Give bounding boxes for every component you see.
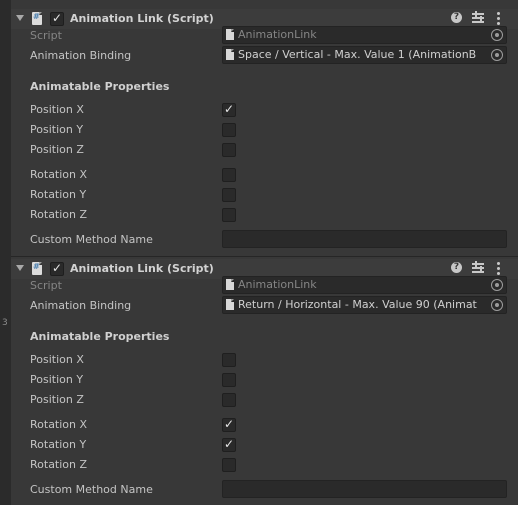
component-divider bbox=[11, 256, 518, 257]
property-label: Position Y bbox=[30, 373, 84, 386]
foldout-arrow-icon[interactable] bbox=[16, 15, 24, 21]
rotation-x-checkbox[interactable] bbox=[222, 168, 236, 182]
animation-binding-field[interactable]: Space / Vertical - Max. Value 1 (Animati… bbox=[222, 46, 507, 64]
checkmark-icon: ✓ bbox=[224, 437, 235, 451]
position-y-checkbox[interactable] bbox=[222, 123, 236, 137]
script-label: Script bbox=[30, 279, 62, 292]
scene-view-edge: 3 bbox=[0, 0, 11, 505]
animation-binding-label: Animation Binding bbox=[30, 49, 132, 62]
help-icon[interactable]: ? bbox=[451, 262, 462, 273]
component-enabled-checkbox[interactable]: ✓ bbox=[50, 11, 64, 26]
property-label: Position Z bbox=[30, 143, 84, 156]
checkmark-icon: ✓ bbox=[224, 417, 235, 431]
object-picker-icon[interactable] bbox=[491, 279, 503, 291]
script-value: AnimationLink bbox=[238, 28, 317, 41]
presets-icon[interactable] bbox=[472, 261, 484, 274]
component-animation-link-2: ✓ Animation Link (Script) ? Script Anima… bbox=[11, 259, 518, 505]
script-field[interactable]: AnimationLink bbox=[222, 276, 507, 294]
property-label: Position Y bbox=[30, 123, 84, 136]
position-x-checkbox[interactable]: ✓ bbox=[222, 102, 236, 117]
rotation-z-checkbox[interactable] bbox=[222, 458, 236, 472]
foldout-arrow-icon[interactable] bbox=[16, 265, 24, 271]
checkmark-icon: ✓ bbox=[224, 102, 235, 116]
animation-binding-value: Space / Vertical - Max. Value 1 (Animati… bbox=[238, 48, 477, 61]
script-label: Script bbox=[30, 29, 62, 42]
custom-method-input[interactable] bbox=[222, 480, 507, 498]
rotation-y-checkbox[interactable] bbox=[222, 188, 236, 202]
script-file-icon bbox=[226, 29, 234, 40]
section-header: Animatable Properties bbox=[30, 80, 170, 93]
checkmark-icon: ✓ bbox=[52, 11, 63, 25]
component-title: Animation Link (Script) bbox=[70, 262, 214, 275]
rotation-y-checkbox[interactable]: ✓ bbox=[222, 437, 236, 452]
more-options-icon[interactable] bbox=[495, 261, 501, 275]
animation-binding-label: Animation Binding bbox=[30, 299, 132, 312]
custom-method-label: Custom Method Name bbox=[30, 483, 153, 496]
component-enabled-checkbox[interactable]: ✓ bbox=[50, 261, 64, 276]
position-x-checkbox[interactable] bbox=[222, 353, 236, 367]
script-file-icon bbox=[226, 279, 234, 290]
property-label: Position X bbox=[30, 103, 84, 116]
component-animation-link-1: ✓ Animation Link (Script) ? Script Anima… bbox=[11, 9, 518, 259]
object-picker-icon[interactable] bbox=[491, 49, 503, 61]
position-y-checkbox[interactable] bbox=[222, 373, 236, 387]
property-label: Rotation X bbox=[30, 168, 88, 181]
position-z-checkbox[interactable] bbox=[222, 393, 236, 407]
custom-method-input[interactable] bbox=[222, 230, 507, 248]
property-label: Rotation Z bbox=[30, 458, 88, 471]
script-value: AnimationLink bbox=[238, 278, 317, 291]
script-file-icon bbox=[32, 262, 42, 275]
checkmark-icon: ✓ bbox=[52, 261, 63, 275]
more-options-icon[interactable] bbox=[495, 11, 501, 25]
script-file-icon bbox=[32, 12, 42, 25]
animation-binding-field[interactable]: Return / Horizontal - Max. Value 90 (Ani… bbox=[222, 296, 507, 314]
scene-ruler-mark: 3 bbox=[2, 318, 8, 328]
position-z-checkbox[interactable] bbox=[222, 143, 236, 157]
property-label: Rotation Y bbox=[30, 188, 87, 201]
asset-file-icon bbox=[226, 299, 234, 310]
asset-file-icon bbox=[226, 49, 234, 60]
property-label: Rotation Z bbox=[30, 208, 88, 221]
component-title: Animation Link (Script) bbox=[70, 12, 214, 25]
object-picker-icon[interactable] bbox=[491, 299, 503, 311]
rotation-x-checkbox[interactable]: ✓ bbox=[222, 417, 236, 432]
section-header: Animatable Properties bbox=[30, 330, 170, 343]
property-label: Position X bbox=[30, 353, 84, 366]
property-label: Rotation Y bbox=[30, 438, 87, 451]
property-label: Position Z bbox=[30, 393, 84, 406]
help-icon[interactable]: ? bbox=[451, 12, 462, 23]
object-picker-icon[interactable] bbox=[491, 29, 503, 41]
custom-method-label: Custom Method Name bbox=[30, 233, 153, 246]
property-label: Rotation X bbox=[30, 418, 88, 431]
script-field[interactable]: AnimationLink bbox=[222, 26, 507, 44]
animation-binding-value: Return / Horizontal - Max. Value 90 (Ani… bbox=[238, 298, 477, 311]
rotation-z-checkbox[interactable] bbox=[222, 208, 236, 222]
presets-icon[interactable] bbox=[472, 11, 484, 24]
